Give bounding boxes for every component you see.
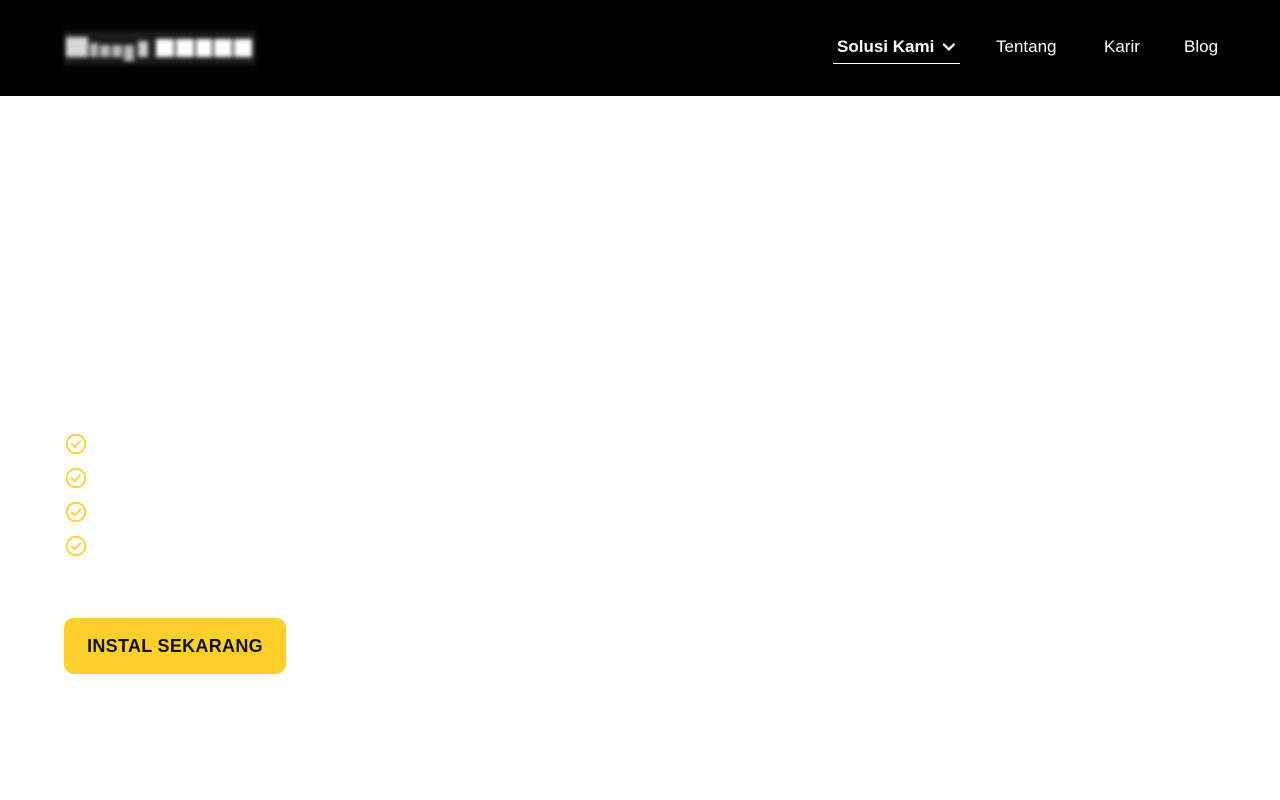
nav-item-label: Solusi Kami bbox=[837, 37, 935, 56]
list-item bbox=[65, 433, 465, 467]
nav-item-tentang[interactable]: Tentang bbox=[996, 36, 1057, 64]
chevron-down-icon bbox=[943, 43, 956, 51]
nav-item-label: Karir bbox=[1104, 37, 1140, 56]
nav-item-blog[interactable]: Blog bbox=[1184, 36, 1218, 64]
site-header: Solusi Kami Tentang Karir Blog bbox=[0, 0, 1280, 96]
check-circle-icon bbox=[65, 467, 87, 489]
nav-item-solusi-kami[interactable]: Solusi Kami bbox=[833, 36, 960, 64]
feature-list bbox=[65, 433, 465, 569]
check-circle-icon bbox=[65, 535, 87, 557]
list-item bbox=[65, 467, 465, 501]
list-item bbox=[65, 535, 465, 569]
nav-item-karir[interactable]: Karir bbox=[1104, 36, 1140, 64]
install-now-button[interactable]: INSTAL SEKARANG bbox=[64, 618, 286, 674]
check-circle-icon bbox=[65, 501, 87, 523]
list-item bbox=[65, 501, 465, 535]
nav-item-label: Tentang bbox=[996, 37, 1057, 56]
main-nav: Solusi Kami Tentang Karir Blog bbox=[0, 0, 1280, 96]
nav-item-label: Blog bbox=[1184, 37, 1219, 56]
check-circle-icon bbox=[65, 433, 87, 455]
